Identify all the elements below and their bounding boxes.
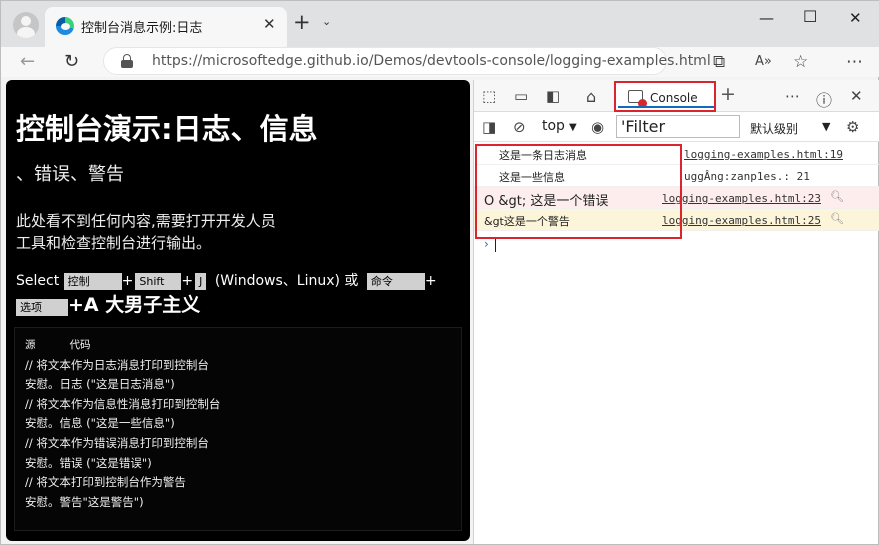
code-line: 安慰。错误 ("这是错误") (25, 455, 152, 470)
new-tab-icon[interactable]: + (293, 12, 311, 33)
refresh-icon[interactable]: ↻ (64, 51, 79, 72)
dock-side-icon[interactable]: ◧ (546, 87, 560, 105)
lock-body (121, 60, 133, 68)
back-icon[interactable]: ← (20, 51, 35, 72)
browser-tab[interactable]: 控制台消息示例:日志 ✕ (45, 7, 287, 47)
shortcut-tail: +A 大男子主义 (68, 294, 201, 316)
key-control: 控制 (63, 272, 122, 290)
console-prompt-chevron-icon: › (484, 237, 489, 251)
message-source-link[interactable]: uggÂng:zanp1es.: 21 (684, 170, 810, 183)
chevron-down-icon[interactable]: ▼ (822, 120, 830, 133)
message-source-link[interactable]: logging-examples.html:19 (684, 148, 843, 161)
inspect-icon[interactable]: ⬚ (482, 87, 496, 105)
devtools-menu-icon[interactable]: ⋯ (785, 87, 800, 105)
app-available-icon[interactable]: ⧉ (713, 52, 725, 72)
read-aloud-icon[interactable]: A» (755, 54, 772, 69)
address-bar[interactable]: https://microsoftedge.github.io/Demos/de… (103, 47, 711, 75)
more-tools-icon[interactable]: + (720, 83, 736, 105)
console-settings-gear-icon[interactable]: ⚙ (846, 118, 859, 136)
console-toolbar: ◨ ⊘ top ▼ ◉ 'Filter 默认级别 ▼ ⚙ (474, 112, 879, 142)
url-text[interactable]: https://microsoftedge.github.io/Demos/de… (152, 53, 711, 69)
welcome-home-icon[interactable]: ⌂ (586, 87, 596, 106)
close-tab-icon[interactable]: ✕ (263, 15, 276, 33)
code-line: // 将文本作为日志消息打印到控制台 (25, 357, 209, 372)
edge-logo-icon (56, 17, 74, 35)
page-viewport: 控制台演示:日志、信息 、错误、警告 此处看不到任何内容,需要打开开发人员 工具… (6, 80, 470, 541)
search-icon[interactable]: 🔍︎ (830, 190, 844, 203)
key-option: 选项 (16, 298, 68, 316)
context-selector[interactable]: top ▼ (542, 118, 577, 134)
plus-sign: + (121, 273, 134, 289)
tab-dropdown-icon[interactable]: ⌄ (322, 15, 331, 28)
code-line: // 将文本作为信息性消息打印到控制台 (25, 396, 221, 411)
devtools-tab-bar: ⬚ ▭ ◧ ⌂ Console + ⋯ ⓘ ✕ (474, 80, 879, 112)
plus-sign: + (181, 273, 194, 289)
live-expression-eye-icon[interactable]: ◉ (591, 118, 604, 136)
clear-console-icon[interactable]: ⊘ (513, 118, 526, 136)
tab-console[interactable]: Console (614, 81, 716, 112)
more-icon[interactable]: ⋯ (846, 52, 863, 72)
sidebar-toggle-icon[interactable]: ◨ (482, 118, 496, 136)
search-icon[interactable]: 🔍︎ (830, 212, 844, 225)
log-levels-dropdown[interactable]: 默认级别 (750, 120, 798, 137)
code-line: // 将文本打印到控制台作为警告 (25, 475, 186, 490)
avatar-head (21, 16, 31, 26)
console-tab-label: Console (650, 91, 698, 105)
instructions-line-2: 工具和检查控制台进行输出。 (16, 234, 212, 252)
close-window-icon[interactable]: ✕ (849, 9, 862, 27)
key-command: 命令 (366, 272, 425, 290)
active-tab-indicator (618, 106, 714, 108)
page-subtitle: 、错误、警告 (16, 164, 124, 185)
device-emulation-icon[interactable]: ▭ (514, 87, 528, 105)
address-bar-row: ← ↻ https://microsoftedge.github.io/Demo… (1, 47, 879, 77)
tab-title: 控制台消息示例:日志 (81, 21, 203, 36)
console-input-caret[interactable] (495, 238, 496, 252)
context-value: top (542, 118, 565, 134)
lock-icon[interactable] (121, 54, 133, 68)
close-devtools-icon[interactable]: ✕ (850, 87, 863, 105)
message-source-link[interactable]: logging-examples.html:25 (662, 214, 821, 227)
code-line: 安慰。日志 ("这是日志消息") (25, 377, 175, 392)
tab-bar: 控制台消息示例:日志 ✕ + ⌄ — ☐ ✕ (1, 1, 879, 47)
select-label: Select (16, 273, 60, 289)
code-line: // 将文本作为错误消息打印到控制台 (25, 435, 209, 450)
chevron-down-icon: ▼ (568, 122, 577, 133)
message-source-link[interactable]: logging-examples.html:23 (662, 192, 821, 205)
shortcut-instructions: Select 控制 + Shift + J (Windows、Linux) 或 命令 + … (16, 269, 456, 319)
minimize-icon[interactable]: — (759, 9, 774, 27)
help-icon[interactable]: ⓘ (816, 87, 832, 111)
platforms-label: (Windows、Linux) 或 (214, 273, 359, 289)
code-line: 安慰。警告"这是警告") (25, 494, 144, 509)
page-title: 控制台演示:日志、信息 (16, 112, 318, 146)
code-block: 源代码 // 将文本作为日志消息打印到控制台 安慰。日志 ("这是日志消息") … (14, 327, 462, 531)
favorites-icon[interactable]: ☆ (793, 52, 808, 72)
key-shift: Shift (135, 272, 182, 290)
filter-input[interactable]: 'Filter (616, 115, 740, 138)
instructions-line-1: 此处看不到任何内容,需要打开开发人员 (16, 212, 276, 230)
code-header-code: 代码 (69, 339, 91, 351)
avatar-body (17, 27, 35, 38)
messages-highlight-box (475, 144, 682, 239)
instructions-paragraph: 此处看不到任何内容,需要打开开发人员 工具和检查控制台进行输出。 (16, 210, 276, 254)
plus-sign: + (424, 273, 437, 289)
maximize-icon[interactable]: ☐ (803, 7, 817, 26)
code-header-source: 源 (25, 339, 36, 351)
key-j: J (195, 272, 207, 290)
browser-window: 控制台消息示例:日志 ✕ + ⌄ — ☐ ✕ ← ↻ https://micro… (0, 0, 879, 545)
profile-avatar[interactable] (13, 12, 39, 38)
code-header: 源 代码 (25, 336, 451, 356)
code-line: 安慰。信息 ("这是一些信息") (25, 416, 175, 431)
